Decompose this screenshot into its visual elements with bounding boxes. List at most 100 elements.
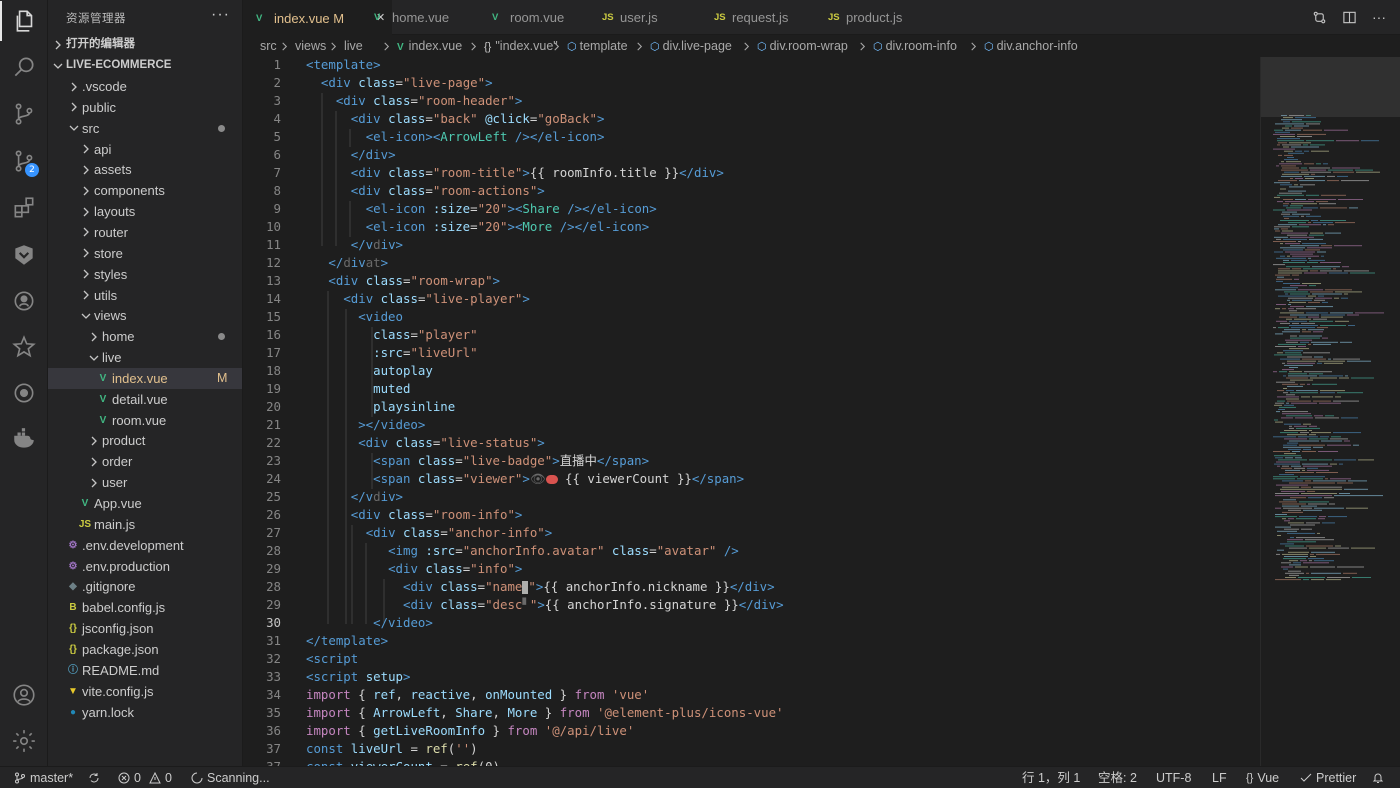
breadcrumb-item[interactable]: live [344, 35, 363, 57]
remote-explorer-icon[interactable] [0, 235, 48, 275]
folder-item[interactable]: views [48, 305, 242, 326]
folder-item[interactable]: .vscode [48, 76, 242, 97]
file-item[interactable]: {} jsconfig.json [48, 618, 242, 639]
breadcrumb-item[interactable]: ⬡ div.room-wrap [757, 35, 848, 57]
file-item[interactable]: V App.vue [48, 493, 242, 514]
editor-tab[interactable]: JS product.js [816, 0, 928, 35]
code-line[interactable]: 9 <el-icon :size="20"><Share /></el-icon… [244, 200, 1260, 218]
branch-indicator[interactable]: master* [14, 767, 73, 788]
breadcrumb-item[interactable]: ⬡ div.live-page [650, 35, 732, 57]
folder-item[interactable]: live [48, 347, 242, 368]
code-line[interactable]: 8 <div class="room-actions"> [244, 182, 1260, 200]
cursor-position[interactable]: 行 1，列 1 [1022, 767, 1080, 788]
folder-item[interactable]: router [48, 222, 242, 243]
language-mode[interactable]: {} Vue [1246, 767, 1279, 788]
extensions-icon[interactable] [0, 188, 48, 228]
code-line[interactable]: 15 <video [244, 308, 1260, 326]
sync-button[interactable] [88, 767, 100, 788]
breadcrumb-item[interactable]: src [260, 35, 277, 57]
minimap[interactable] [1260, 57, 1400, 766]
file-item[interactable]: Bbabel.config.js [48, 597, 242, 618]
file-item[interactable]: ▼ vite.config.js [48, 681, 242, 702]
account-icon[interactable] [0, 675, 48, 715]
editor-tab[interactable]: Vhome.vue [362, 0, 480, 35]
folder-item[interactable]: public [48, 97, 242, 118]
code-line[interactable]: 21 ></video> [244, 416, 1260, 434]
code-line[interactable]: 24 <span class="viewer">👁 {{ viewerCount… [244, 470, 1260, 488]
folder-item[interactable]: api [48, 139, 242, 160]
search-icon[interactable] [0, 47, 48, 87]
indentation[interactable]: 空格: 2 [1098, 767, 1137, 788]
folder-item[interactable]: src [48, 118, 242, 139]
file-item[interactable]: Vindex.vue M [48, 367, 242, 389]
ai-assistant-icon[interactable] [0, 327, 48, 367]
folder-item[interactable]: utils [48, 285, 242, 306]
split-editor-icon[interactable] [1340, 8, 1358, 26]
open-editors-section[interactable]: 打开的编辑器 [48, 34, 242, 55]
code-line[interactable]: 34 import { ref, reactive, onMounted } fr… [244, 686, 1260, 704]
minimap-viewport-slider[interactable] [1261, 57, 1400, 117]
folder-item[interactable]: layouts [48, 201, 242, 222]
breadcrumb-item[interactable]: ⬡ div.anchor-info [984, 35, 1078, 57]
code-line[interactable]: 31 </template> [244, 632, 1260, 650]
breadcrumb-item[interactable]: views [295, 35, 326, 57]
problems-indicator[interactable]: 0 0 [118, 767, 172, 788]
code-line[interactable]: 18 autoplay [244, 362, 1260, 380]
code-line[interactable]: 19 muted [244, 380, 1260, 398]
breadcrumb-item[interactable]: ⬡ div.room-info [873, 35, 957, 57]
file-item[interactable]: Vroom.vue [48, 410, 242, 431]
code-line[interactable]: 22 <div class="live-status"> [244, 434, 1260, 452]
folder-item[interactable]: product [48, 430, 242, 451]
more-actions-icon[interactable]: ··· [1370, 8, 1388, 26]
code-line[interactable]: 13 <div class="room-wrap"> [244, 272, 1260, 290]
code-line[interactable]: 2 <div class="live-page"> [244, 74, 1260, 92]
code-line[interactable]: 6 </div> [244, 146, 1260, 164]
file-item[interactable]: JS main.js [48, 514, 242, 535]
code-line[interactable]: 36 import { getLiveRoomInfo } from '@/api… [244, 722, 1260, 740]
code-line[interactable]: 4 <div class="back" @click="goBack"> [244, 110, 1260, 128]
breadcrumb-item[interactable]: Vindex.vue [397, 35, 462, 57]
file-item[interactable]: ◆ .gitignore [48, 576, 242, 597]
file-item[interactable]: ⚙ .env.development [48, 535, 242, 556]
editor-tab[interactable]: Vroom.vue [480, 0, 590, 35]
code-editor[interactable]: 1 <template> 2 <div class="live-page"> 3 <d… [244, 57, 1260, 766]
encoding[interactable]: UTF-8 [1156, 767, 1191, 788]
code-line[interactable]: 26 <div class="room-info"> [244, 506, 1260, 524]
code-line[interactable]: 5 <el-icon><ArrowLeft /></el-icon> [244, 128, 1260, 146]
workspace-root[interactable]: LIVE-ECOMMERCE [48, 55, 242, 76]
source-control-icon[interactable] [0, 94, 48, 134]
file-item[interactable]: Vdetail.vue [48, 389, 242, 410]
editor-tab[interactable]: JS user.js [590, 0, 702, 35]
code-line[interactable]: 16 class="player" [244, 326, 1260, 344]
code-line[interactable]: 17 :src="liveUrl" [244, 344, 1260, 362]
code-line[interactable]: 27 <div class="anchor-info"> [244, 524, 1260, 542]
folder-item[interactable]: user [48, 472, 242, 493]
code-line[interactable]: 29 <div class="desc▘">{{ anchorInfo.sign… [244, 596, 1260, 614]
code-line[interactable]: 12 </divat> [244, 254, 1260, 272]
code-line[interactable]: 3 <div class="room-header"> [244, 92, 1260, 110]
code-line[interactable]: 35 import { ArrowLeft, Share, More } from… [244, 704, 1260, 722]
timeline-icon[interactable] [0, 373, 48, 413]
open-changes-icon[interactable] [1310, 8, 1328, 26]
file-item[interactable]: ⓘ README.md [48, 660, 242, 681]
explorer-icon[interactable] [0, 1, 48, 41]
code-line[interactable]: 32 <script [244, 650, 1260, 668]
code-line[interactable]: 11 </vdiv> [244, 236, 1260, 254]
folder-item[interactable]: store [48, 243, 242, 264]
code-line[interactable]: 20 playsinline [244, 398, 1260, 416]
file-item[interactable]: {} package.json [48, 639, 242, 660]
prettier-status[interactable]: Prettier [1300, 767, 1356, 788]
breadcrumb-item[interactable]: {} "index.vue" [484, 35, 558, 57]
code-line[interactable]: 28 <img :src="anchorInfo.avatar" class="… [244, 542, 1260, 560]
file-item[interactable]: ● yarn.lock [48, 702, 242, 723]
settings-gear-icon[interactable] [0, 721, 48, 761]
code-line[interactable]: 30 </video> [244, 614, 1260, 632]
notifications-button[interactable] [1372, 767, 1384, 788]
code-line[interactable]: 14 <div class="live-player"> [244, 290, 1260, 308]
folder-item[interactable]: styles [48, 264, 242, 285]
editor-tab[interactable]: JS request.js [702, 0, 816, 35]
code-line[interactable]: 25 </vdiv> [244, 488, 1260, 506]
git-graph-icon[interactable] [0, 281, 48, 321]
code-line[interactable]: 29 <div class="info"> [244, 560, 1260, 578]
code-line[interactable]: 1 <template> [244, 57, 1260, 74]
